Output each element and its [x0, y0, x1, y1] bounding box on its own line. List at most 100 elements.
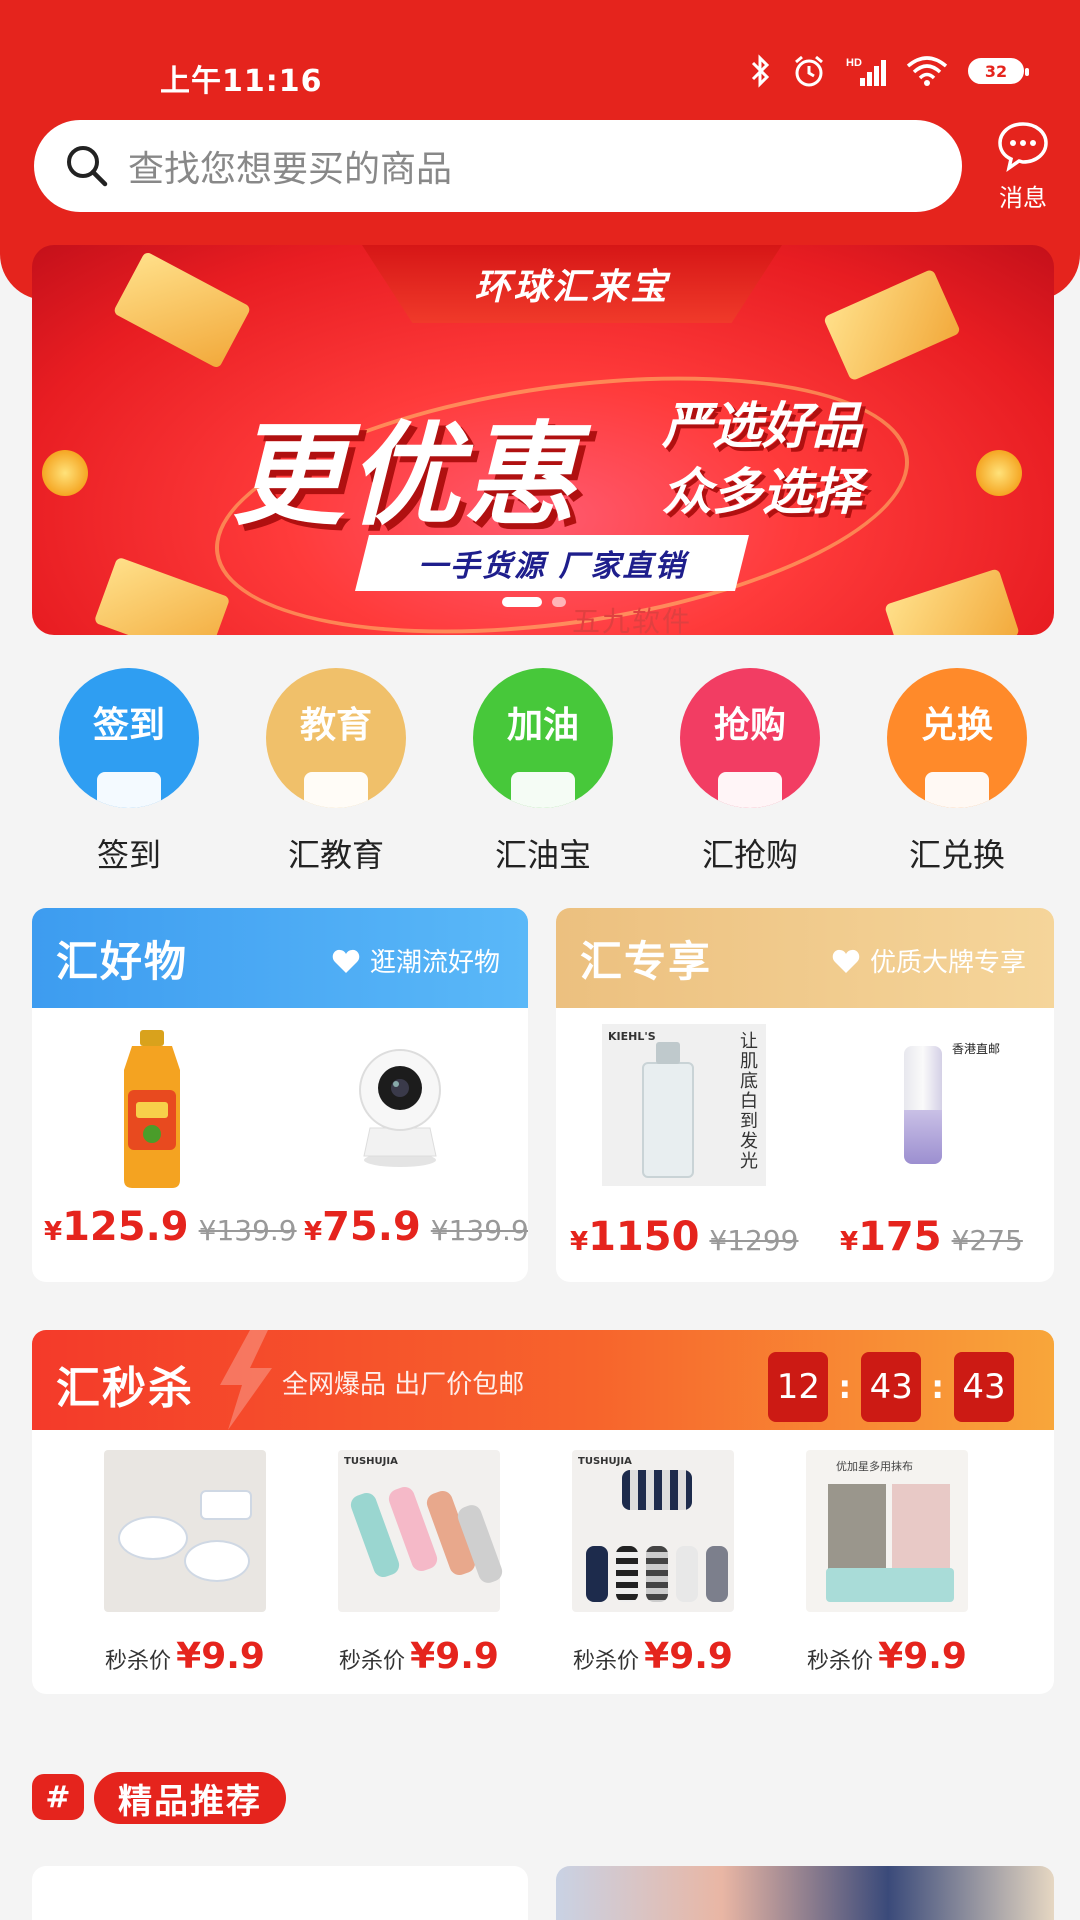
price-current: ¥75.9: [304, 1204, 421, 1250]
search-input[interactable]: 查找您想要买的商品: [34, 120, 962, 212]
flash-sale-subtitle: 全网爆品 出厂价包邮: [282, 1370, 525, 1400]
flash-sale-item[interactable]: 优加星多用抹布 秒杀价 ¥9.9: [802, 1450, 972, 1677]
fuel-icon: 加油: [473, 668, 613, 808]
heart-icon: [832, 949, 860, 973]
signal-icon: HD: [846, 57, 886, 86]
banner-headline: 更优惠: [232, 411, 580, 541]
flash-sale-item[interactable]: 秒杀价 ¥9.9: [100, 1450, 270, 1677]
camera-image[interactable]: [352, 1044, 448, 1168]
svg-text:HD: HD: [846, 57, 862, 69]
good-thing-price-1: ¥125.9 ¥139.9: [44, 1204, 297, 1250]
heart-icon: [332, 949, 360, 973]
search-icon: [67, 146, 108, 187]
countdown-hours: 12: [768, 1352, 829, 1422]
rush-buy-icon: 抢购: [680, 668, 820, 808]
exclusive-header[interactable]: 汇专享 优质大牌专享: [556, 908, 1054, 1008]
banner-subtitle-line1: 严选好品: [662, 397, 862, 455]
quick-item-label: 汇兑换: [908, 836, 1005, 874]
ticket-decoration: [112, 250, 252, 370]
exclusive-card: 汇专享 优质大牌专享 KIEHL'S 让肌底白到发光 香港直邮 ¥1150 ¥12…: [556, 908, 1054, 1282]
flash-price-label: 秒杀价: [105, 1649, 172, 1674]
flash-sale-header[interactable]: 汇秒杀 全网爆品 出厂价包邮 12 : 43 : 43: [32, 1330, 1054, 1430]
quick-item-fuel[interactable]: 加油 汇油宝: [463, 668, 623, 876]
flash-price-label: 秒杀价: [807, 1649, 874, 1674]
promo-banner[interactable]: 环球汇来宝 更优惠 严选好品 众多选择 一手货源 厂家直销: [32, 245, 1054, 635]
exclusive-tag-text: 优质大牌专享: [869, 948, 1026, 978]
quick-item-sign-in[interactable]: 签到 签到: [49, 668, 209, 876]
flash-sale-item[interactable]: TUSHUJIA 秒杀价 ¥9.9: [568, 1450, 738, 1677]
battery-level: 32: [984, 61, 1008, 81]
quick-item-education[interactable]: 教育 汇教育: [256, 668, 416, 876]
recommend-card[interactable]: [32, 1866, 528, 1920]
price-current: ¥175: [840, 1214, 942, 1260]
flash-sale-item[interactable]: TUSHUJIA 秒杀价 ¥9.9: [334, 1450, 505, 1677]
status-time: 上午11:16: [160, 64, 323, 99]
socks-image: TUSHUJIA: [338, 1450, 505, 1612]
banner-top-label: 环球汇来宝: [362, 245, 782, 323]
quick-item-rush-buy[interactable]: 抢购 汇抢购: [670, 668, 830, 876]
recommend-title: 精品推荐: [94, 1772, 286, 1824]
banner-top-text: 环球汇来宝: [474, 267, 670, 308]
recommend-card-image[interactable]: [556, 1866, 1054, 1920]
quick-item-label: 汇油宝: [494, 836, 591, 874]
message-button[interactable]: 消息: [990, 118, 1056, 213]
status-bar: 上午11:16 HD 32: [0, 50, 1080, 100]
flash-price-label: 秒杀价: [339, 1649, 406, 1674]
tableware-image: [104, 1450, 266, 1612]
socks-image: TUSHUJIA: [572, 1450, 734, 1612]
hash-icon: #: [32, 1774, 84, 1820]
image-brand-text: TUSHUJIA: [578, 1456, 632, 1467]
towel-image: 优加星多用抹布: [806, 1450, 968, 1612]
toner-bottle-image[interactable]: KIEHL'S 让肌底白到发光: [602, 1024, 766, 1186]
ticket-decoration: [93, 556, 231, 635]
countdown-timer: 12 : 43 : 43: [768, 1352, 1014, 1422]
coin-decoration: [42, 450, 88, 496]
oil-bottle-image[interactable]: [102, 1030, 202, 1190]
watermark: 五九软件: [572, 605, 693, 638]
good-things-tag: 逛潮流好物: [332, 942, 500, 979]
status-icons: HD 32: [750, 54, 1029, 88]
serum-bottle-image[interactable]: 香港直邮: [876, 1034, 1016, 1176]
good-thing-price-2: ¥75.9 ¥139.9: [304, 1204, 528, 1250]
carousel-dot-active[interactable]: [502, 597, 542, 607]
image-caption: 优加星多用抹布: [836, 1460, 913, 1473]
exclusive-price-1: ¥1150 ¥1299: [570, 1214, 799, 1260]
exclusive-price-2: ¥175 ¥275: [840, 1214, 1023, 1260]
sign-in-icon: 签到: [59, 668, 199, 808]
price-original: ¥275: [951, 1224, 1023, 1257]
chat-bubble-icon: [998, 122, 1048, 173]
banner-subtitle: 严选好品 众多选择: [662, 393, 862, 525]
search-placeholder: 查找您想要买的商品: [128, 149, 453, 190]
image-caption: 让肌底白到发光: [740, 1031, 758, 1172]
flash-price-label: 秒杀价: [573, 1649, 640, 1674]
quick-item-label: 汇抢购: [701, 836, 798, 874]
lightning-icon: [220, 1330, 272, 1430]
exclusive-title: 汇专享: [580, 936, 713, 986]
flash-sale-list: 秒杀价 ¥9.9 TUSHUJIA 秒杀价 ¥9.9 TUSHUJIA 秒杀价 …: [32, 1430, 1054, 1694]
flash-price: ¥9.9: [176, 1636, 265, 1677]
ticket-decoration: [822, 268, 962, 382]
price-original: ¥1299: [709, 1224, 799, 1257]
image-caption: 香港直邮: [952, 1042, 1001, 1056]
coin-decoration: [976, 450, 1022, 496]
good-things-tag-text: 逛潮流好物: [369, 948, 500, 978]
flash-price: ¥9.9: [644, 1636, 733, 1677]
battery-icon: 32: [968, 58, 1029, 84]
flash-sale-title: 汇秒杀: [56, 1363, 194, 1414]
price-current: ¥1150: [570, 1214, 700, 1260]
carousel-dot[interactable]: [552, 597, 566, 607]
quick-item-exchange[interactable]: 兑换 汇兑换: [877, 668, 1037, 876]
alarm-icon: [795, 55, 823, 87]
bluetooth-icon: [751, 54, 770, 88]
exclusive-tag: 优质大牌专享: [832, 942, 1026, 979]
quick-item-label: 汇教育: [287, 836, 384, 874]
image-brand-text: KIEHL'S: [608, 1030, 656, 1043]
carousel-dots[interactable]: [502, 597, 566, 607]
ticket-decoration: [884, 568, 1020, 635]
good-things-header[interactable]: 汇好物 逛潮流好物: [32, 908, 528, 1008]
quick-item-label: 签到: [96, 836, 161, 874]
wifi-icon: [906, 56, 948, 86]
good-things-card: 汇好物 逛潮流好物 ¥125.9 ¥139.9 ¥75.9 ¥139.9: [32, 908, 528, 1282]
countdown-seconds: 43: [954, 1352, 1014, 1422]
good-things-title: 汇好物: [56, 936, 189, 986]
